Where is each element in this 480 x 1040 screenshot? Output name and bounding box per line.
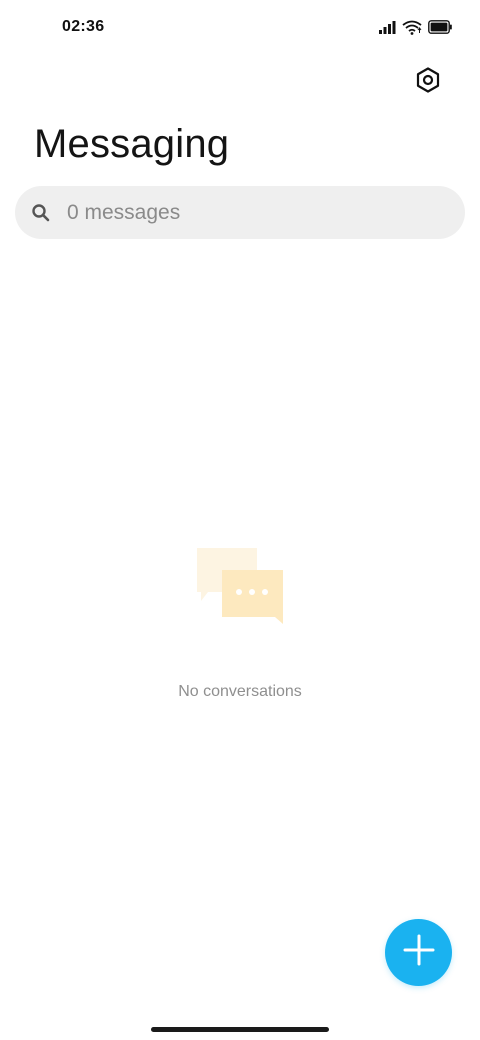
settings-icon <box>415 66 441 98</box>
wifi-icon <box>402 20 422 35</box>
new-conversation-button[interactable] <box>385 919 452 986</box>
empty-state-text: No conversations <box>178 683 302 700</box>
home-indicator[interactable] <box>151 1027 329 1032</box>
status-icons <box>379 19 452 35</box>
page-title: Messaging <box>34 122 230 166</box>
search-bar[interactable] <box>15 186 465 239</box>
chat-bubbles-icon <box>194 545 286 627</box>
search-input[interactable] <box>67 200 427 225</box>
status-time: 02:36 <box>62 18 105 35</box>
messaging-screen: 02:36 Messaging 0 messages No conversati… <box>0 0 480 1040</box>
settings-button[interactable] <box>408 62 448 102</box>
status-bar: 02:36 <box>0 0 480 56</box>
search-icon <box>31 202 53 224</box>
battery-icon <box>428 20 452 34</box>
signal-icon <box>379 20 396 34</box>
plus-icon <box>403 934 435 971</box>
